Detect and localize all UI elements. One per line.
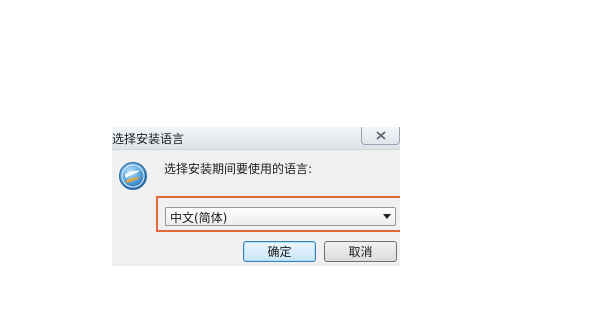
prompt-text: 选择安装期间要使用的语言: <box>164 162 313 176</box>
language-dialog: 选择安装语言 选择安装期间要使用的语言: 中文(简体) 确定 取消 <box>112 127 400 266</box>
setup-wizard-icon <box>119 162 147 190</box>
dialog-titlebar[interactable]: 选择安装语言 <box>112 127 400 150</box>
cancel-button[interactable]: 取消 <box>324 241 397 262</box>
dialog-title: 选择安装语言 <box>112 132 185 146</box>
screenshot-stage: 选择安装语言 选择安装期间要使用的语言: 中文(简体) 确定 取消 <box>0 0 600 320</box>
language-select-value: 中文(简体) <box>170 211 228 225</box>
language-select[interactable]: 中文(简体) <box>165 207 396 226</box>
close-icon <box>375 131 386 140</box>
chevron-down-icon[interactable] <box>383 214 391 219</box>
close-button[interactable] <box>361 127 400 145</box>
ok-button[interactable]: 确定 <box>243 241 316 262</box>
